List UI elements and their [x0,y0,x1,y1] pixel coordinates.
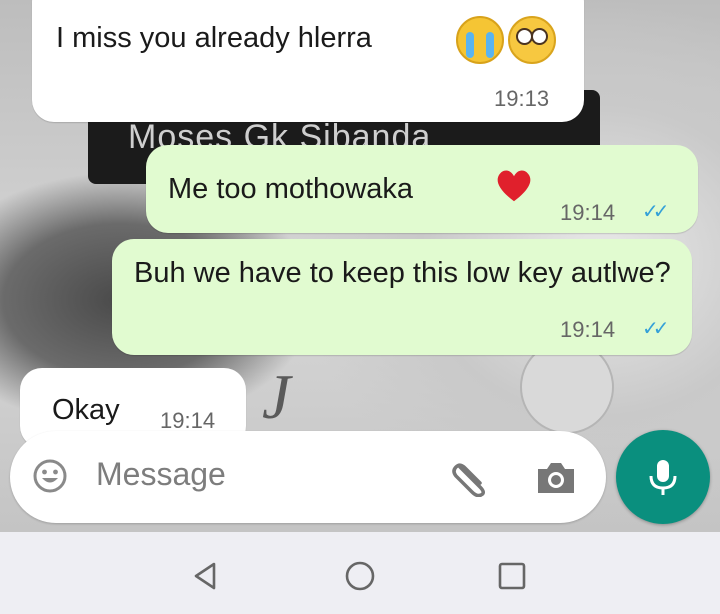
message-bubble-outgoing[interactable]: Me too mothowaka 19:14 ✓✓ [146,145,698,233]
loudly-crying-face-icon [456,16,504,64]
red-heart-icon [497,170,531,202]
message-text: Okay [52,394,120,426]
double-check-icon: ✓✓ [642,318,669,340]
system-navigation-bar [0,532,720,614]
message-placeholder: Message [96,456,226,492]
pleading-face-icon [508,16,556,64]
message-bubble-incoming[interactable]: I miss you already hlerra 19:13 [32,0,584,122]
home-icon[interactable] [340,556,380,596]
emoji-icon[interactable] [32,458,68,494]
recents-icon[interactable] [492,556,532,596]
microphone-button[interactable] [616,430,710,524]
message-time: 19:13 [494,86,550,111]
message-text: Me too mothowaka [168,173,414,205]
message-bubble-outgoing[interactable]: Buh we have to keep this low key autlwe?… [112,239,692,355]
message-input[interactable]: Message [10,431,606,523]
message-text: I miss you already hlerra [56,22,372,54]
wallpaper-mark: J [262,361,291,432]
message-time: 19:14 [560,200,616,225]
message-text: Buh we have to keep this low key autlwe? [134,257,671,289]
back-icon[interactable] [186,556,226,596]
paperclip-icon[interactable] [450,457,494,497]
microphone-icon [649,460,677,495]
camera-icon[interactable] [534,457,578,497]
double-check-icon: ✓✓ [642,201,669,223]
message-time: 19:14 [560,317,616,342]
